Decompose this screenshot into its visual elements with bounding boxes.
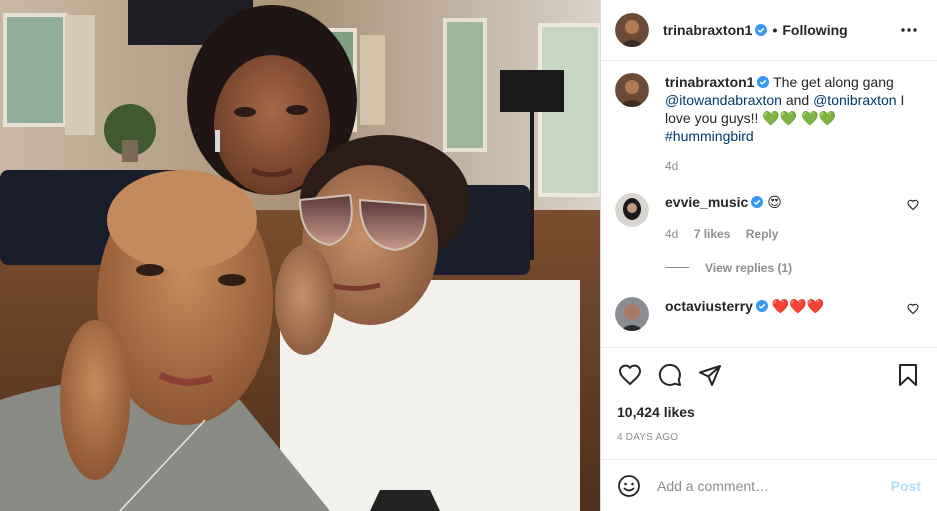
caption: trinabraxton1 The get along gang @itowan… [615, 72, 921, 175]
author-avatar[interactable] [615, 12, 649, 47]
verified-badge-icon [751, 195, 764, 208]
add-comment-bar: Post [601, 459, 937, 511]
selfie-image [0, 0, 600, 511]
comment-body: octaviusterry ❤️❤️❤️ [665, 297, 921, 315]
mention-tonibraxton[interactable]: @tonibraxton [813, 92, 896, 108]
emoji-smile-icon[interactable] [617, 474, 641, 498]
comment-likes[interactable]: 7 likes [694, 227, 731, 241]
verified-badge-icon [755, 299, 768, 312]
replies-divider [665, 267, 689, 269]
separator-dot: • [772, 21, 778, 38]
caption-username[interactable]: trinabraxton1 [665, 74, 754, 90]
commenter-avatar[interactable] [615, 296, 649, 331]
comment-text: octaviusterry ❤️❤️❤️ [665, 297, 921, 315]
green-hearts-emoji: 💚💚 [762, 109, 798, 126]
mention-itowandabraxton[interactable]: @itowandabraxton [665, 92, 782, 108]
more-horizontal-icon[interactable] [897, 18, 921, 42]
caption-text-1: The get along gang [773, 73, 894, 90]
commenter-username[interactable]: octaviusterry [665, 298, 753, 314]
bookmark-icon[interactable] [895, 362, 921, 388]
comment-meta: 4d 7 likes Reply [665, 225, 921, 243]
comment-like-heart-icon[interactable] [907, 303, 919, 315]
view-replies-button[interactable]: View replies (1) [665, 261, 921, 275]
author-info: trinabraxton1 • Following [663, 22, 848, 38]
green-hearts-emoji-2: 💚💚 [801, 109, 836, 126]
share-icon[interactable] [697, 362, 723, 388]
post-header: trinabraxton1 • Following [601, 0, 937, 61]
hashtag-hummingbird[interactable]: #hummingbird [665, 128, 754, 144]
comments-section[interactable]: trinabraxton1 The get along gang @itowan… [601, 61, 937, 347]
comment-emoji: ❤️❤️❤️ [771, 297, 825, 314]
post-side-panel: trinabraxton1 • Following trinabraxton1 … [600, 0, 937, 511]
caption-body: trinabraxton1 The get along gang @itowan… [665, 73, 921, 175]
author-username[interactable]: trinabraxton1 [663, 22, 752, 38]
caption-text: trinabraxton1 The get along gang @itowan… [665, 73, 921, 145]
instagram-post: trinabraxton1 • Following trinabraxton1 … [0, 0, 937, 511]
following-button[interactable]: Following [782, 22, 847, 38]
comment-body: evvie_music 😍 4d 7 likes Reply [665, 193, 921, 243]
heart-icon[interactable] [617, 362, 643, 388]
comment: evvie_music 😍 4d 7 likes Reply [615, 192, 921, 243]
comment-emoji: 😍 [767, 193, 782, 210]
likes-count[interactable]: 10,424 likes [617, 404, 921, 420]
post-photo[interactable] [0, 0, 600, 511]
posted-time[interactable]: 4 DAYS AGO [617, 432, 921, 443]
commenter-username[interactable]: evvie_music [665, 194, 748, 210]
commenter-avatar[interactable] [615, 192, 649, 227]
caption-meta: 4d [665, 157, 921, 175]
post-button[interactable]: Post [891, 478, 921, 494]
caption-avatar[interactable] [615, 72, 649, 107]
action-icons [617, 362, 921, 388]
comment-input[interactable] [657, 477, 891, 494]
reply-button[interactable]: Reply [746, 227, 779, 241]
caption-age[interactable]: 4d [665, 159, 678, 173]
verified-badge-icon [757, 75, 770, 88]
comment-like-heart-icon[interactable] [907, 199, 919, 211]
comment-age[interactable]: 4d [665, 227, 678, 241]
caption-text-2: and [785, 91, 810, 108]
post-actions: 10,424 likes 4 DAYS AGO [601, 347, 937, 443]
view-replies-label: View replies (1) [705, 260, 793, 275]
verified-badge-icon [755, 23, 768, 36]
comment-icon[interactable] [657, 362, 683, 388]
comment: octaviusterry ❤️❤️❤️ [615, 296, 921, 331]
comment-text: evvie_music 😍 [665, 193, 921, 211]
